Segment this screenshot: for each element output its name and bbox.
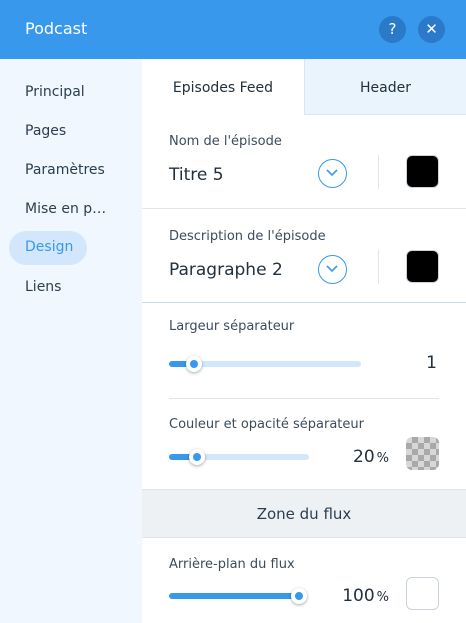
episode-description-dropdown-button[interactable] [318,255,347,284]
design-panel: Episodes Feed Header Nom de l'épisode Ti… [142,59,466,623]
slider-thumb[interactable] [186,356,202,372]
feed-background-label: Arrière-plan du flux [169,557,295,572]
episode-name-label: Nom de l'épisode [169,134,282,149]
divider [142,208,466,209]
close-button[interactable]: ✕ [418,16,445,43]
section-title: Zone du flux [256,505,352,523]
divider [378,155,379,189]
separator-color-label: Couleur et opacité séparateur [169,417,364,432]
slider-fill [169,593,299,599]
separator-opacity-slider[interactable] [169,449,309,465]
feed-background-color-picker[interactable] [406,577,439,610]
divider [169,398,439,399]
tab-episodes-feed[interactable]: Episodes Feed [142,59,304,115]
separator-width-value: 1 [426,353,437,373]
sidebar-item-label: Design [25,239,74,255]
sidebar-item-liens[interactable]: Liens [25,279,61,295]
sidebar-item-design[interactable]: Design [9,231,87,265]
sidebar: Principal Pages Paramètres Mise en p… De… [0,59,142,623]
divider [378,250,379,284]
tab-header[interactable]: Header [304,59,466,115]
slider-thumb[interactable] [189,449,205,465]
episode-description-label: Description de l'épisode [169,229,326,244]
panel-header: Podcast ? ✕ [0,0,466,59]
divider [142,302,466,303]
help-button[interactable]: ? [379,16,406,43]
slider-thumb[interactable] [291,588,307,604]
feed-background-opacity-slider[interactable] [169,588,307,604]
chevron-down-icon [326,265,338,273]
section-header: Zone du flux [142,489,466,538]
episode-description-font-dropdown[interactable]: Paragraphe 2 [169,260,283,280]
feed-background-opacity-value[interactable]: 100% [327,586,389,606]
separator-width-slider[interactable] [169,356,361,372]
separator-width-label: Largeur séparateur [169,319,295,334]
sidebar-item-mise-en-page[interactable]: Mise en p… [25,201,106,217]
help-icon: ? [388,20,397,38]
sidebar-item-pages[interactable]: Pages [25,123,66,139]
tab-bar: Episodes Feed Header [142,59,466,115]
episode-description-color-picker[interactable] [406,250,439,283]
chevron-down-icon [326,169,338,177]
close-icon: ✕ [425,20,438,38]
sidebar-item-principal[interactable]: Principal [25,84,85,100]
episode-name-color-picker[interactable] [406,155,439,188]
panel-title: Podcast [25,19,88,38]
sidebar-item-parametres[interactable]: Paramètres [25,162,105,178]
episode-name-dropdown-button[interactable] [318,159,347,188]
separator-opacity-value[interactable]: 20% [332,447,389,467]
separator-color-picker[interactable] [406,437,439,470]
episode-name-font-dropdown[interactable]: Titre 5 [169,165,224,185]
